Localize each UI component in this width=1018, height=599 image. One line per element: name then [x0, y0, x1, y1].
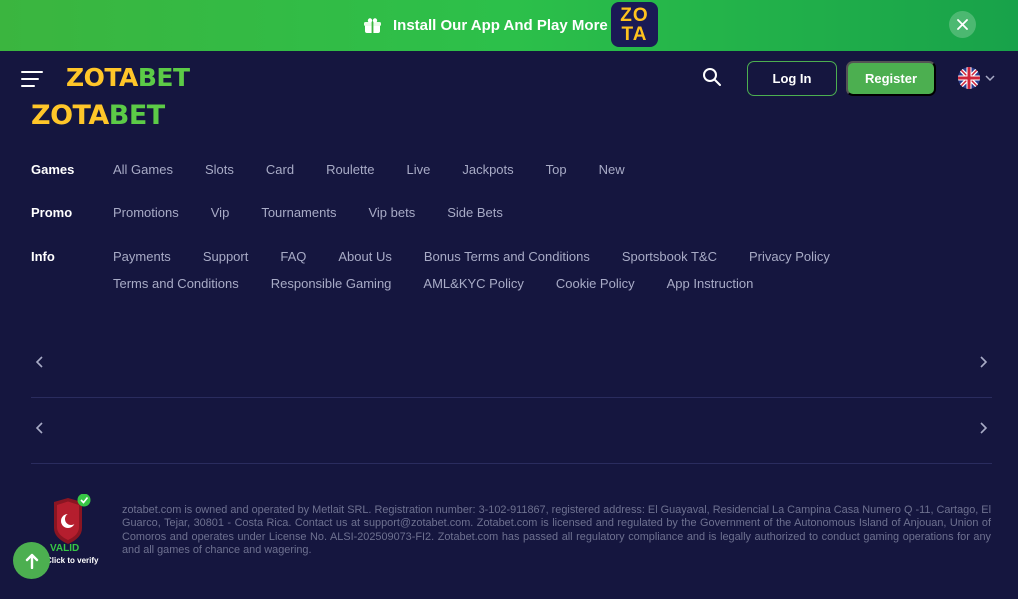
license-status: VALID	[50, 543, 80, 554]
chevron-down-icon	[985, 75, 995, 82]
nav-link-top[interactable]: Top	[546, 156, 567, 183]
nav-link-vip-bets[interactable]: Vip bets	[368, 199, 415, 226]
chevron-left-icon[interactable]	[34, 422, 46, 434]
chevron-right-icon[interactable]	[977, 356, 989, 368]
search-icon[interactable]	[702, 67, 722, 87]
nav-link-aml-kyc[interactable]: AML&KYC Policy	[423, 270, 523, 297]
chevron-left-icon[interactable]	[34, 356, 46, 368]
language-selector[interactable]	[958, 67, 995, 89]
app-icon-text-bottom: TA	[621, 23, 648, 45]
nav-link-slots[interactable]: Slots	[205, 156, 234, 183]
nav-link-card[interactable]: Card	[266, 156, 294, 183]
close-banner-button[interactable]	[949, 11, 976, 38]
register-button[interactable]: Register	[846, 61, 936, 96]
nav-section-title: Games	[31, 162, 75, 177]
nav-link-promotions[interactable]: Promotions	[113, 199, 179, 226]
license-verify-link[interactable]: Click to verify	[46, 556, 98, 565]
nav-link-sportsbook-tc[interactable]: Sportsbook T&C	[622, 243, 717, 270]
nav-link-side-bets[interactable]: Side Bets	[447, 199, 503, 226]
game-providers-slider	[31, 402, 992, 456]
footer-logo-text-zota: ZOTA	[31, 100, 109, 131]
nav-link-support[interactable]: Support	[203, 243, 249, 270]
footer-nav-info: Info Payments Support FAQ About Us Bonus…	[31, 243, 873, 297]
install-app-link[interactable]: Install Our App And Play More	[364, 0, 608, 51]
install-app-banner: Install Our App And Play More ZO TA	[0, 0, 1018, 51]
divider	[31, 397, 992, 398]
footer-nav-games: Games All Games Slots Card Roulette Live…	[31, 156, 873, 183]
nav-link-vip[interactable]: Vip	[211, 199, 230, 226]
nav-link-terms-conditions[interactable]: Terms and Conditions	[113, 270, 239, 297]
nav-link-live[interactable]: Live	[406, 156, 430, 183]
nav-link-tournaments[interactable]: Tournaments	[261, 199, 336, 226]
uk-flag-icon	[958, 67, 980, 89]
menu-icon[interactable]	[21, 71, 43, 87]
payment-providers-slider	[31, 336, 992, 390]
nav-link-app-instruction[interactable]: App Instruction	[667, 270, 754, 297]
divider	[31, 463, 992, 464]
footer-nav-promo: Promo Promotions Vip Tournaments Vip bet…	[31, 199, 873, 226]
footer-logo-text-bet: BET	[108, 100, 165, 131]
footer-logo[interactable]: ZOTABET	[31, 100, 165, 131]
install-app-text: Install Our App And Play More	[393, 17, 608, 34]
app-logo-icon[interactable]: ZO TA	[611, 2, 658, 47]
nav-link-all-games[interactable]: All Games	[113, 156, 173, 183]
nav-link-jackpots[interactable]: Jackpots	[462, 156, 513, 183]
chevron-right-icon[interactable]	[977, 422, 989, 434]
nav-link-roulette[interactable]: Roulette	[326, 156, 374, 183]
nav-link-bonus-terms[interactable]: Bonus Terms and Conditions	[424, 243, 590, 270]
nav-link-cookie-policy[interactable]: Cookie Policy	[556, 270, 635, 297]
nav-section-title: Promo	[31, 205, 73, 220]
back-to-top-button[interactable]	[13, 542, 50, 579]
site-header: ZOTABET Log In Register	[0, 51, 1018, 105]
nav-link-privacy-policy[interactable]: Privacy Policy	[749, 243, 830, 270]
legal-disclaimer: zotabet.com is owned and operated by Met…	[122, 504, 991, 557]
gift-icon	[364, 18, 381, 33]
nav-link-payments[interactable]: Payments	[113, 243, 171, 270]
close-icon	[957, 19, 968, 30]
nav-section-title: Info	[31, 249, 55, 264]
arrow-up-icon	[25, 553, 38, 569]
login-button[interactable]: Log In	[747, 61, 837, 96]
app-icon-text-top: ZO	[620, 4, 649, 26]
header-logo[interactable]: ZOTABET	[66, 63, 190, 92]
nav-link-responsible-gaming[interactable]: Responsible Gaming	[271, 270, 392, 297]
logo-text-zota: ZOTA	[66, 63, 138, 92]
nav-link-new[interactable]: New	[599, 156, 625, 183]
logo-text-bet: BET	[137, 63, 190, 92]
nav-link-faq[interactable]: FAQ	[280, 243, 306, 270]
nav-link-about-us[interactable]: About Us	[338, 243, 391, 270]
